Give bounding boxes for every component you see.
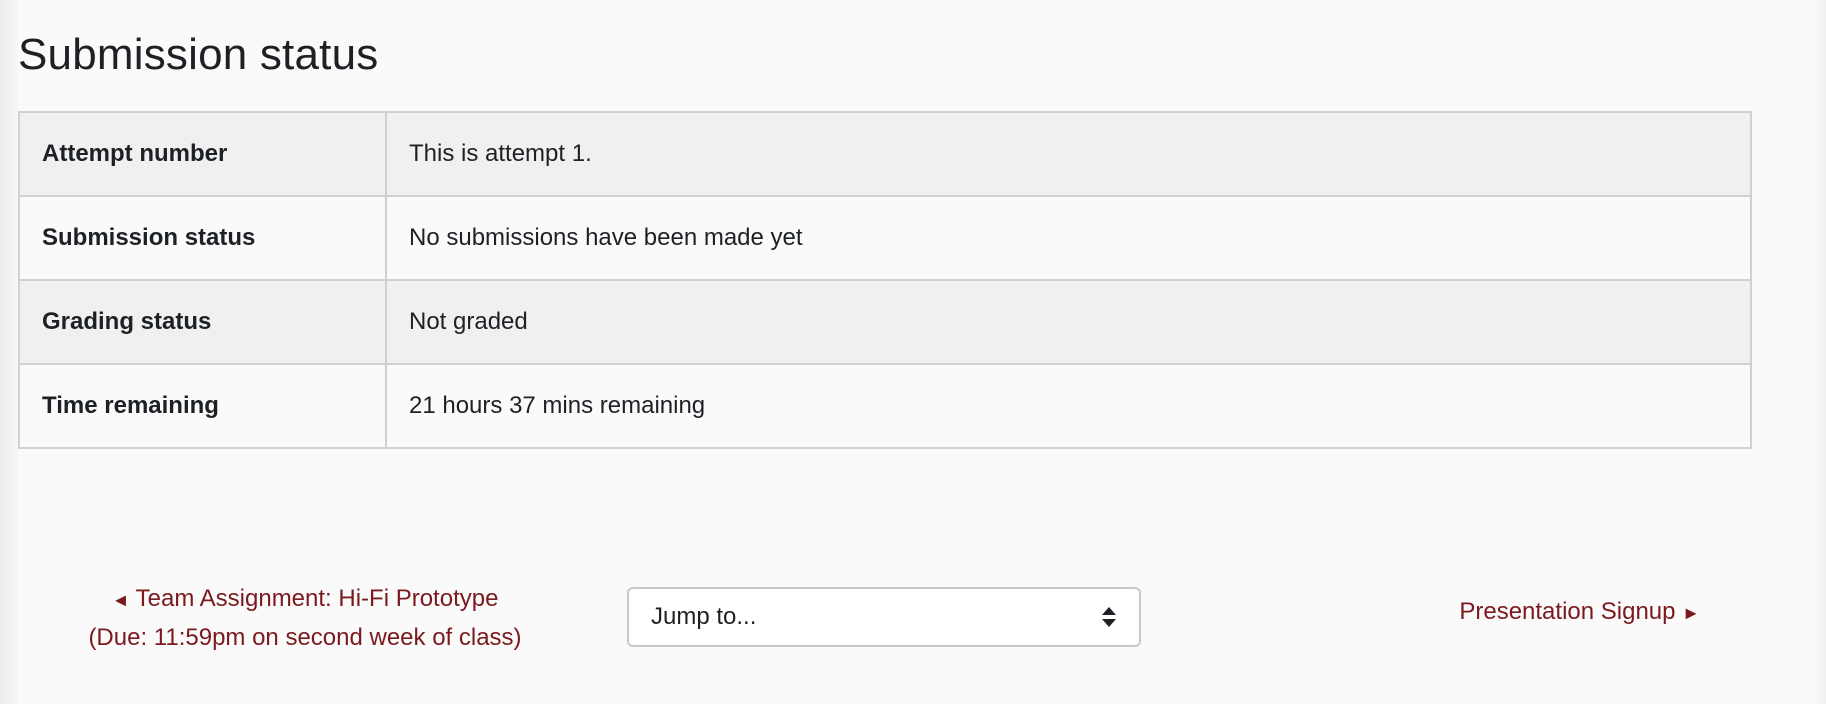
next-activity-link[interactable]: Presentation Signup ► [1400,598,1700,626]
table-row: Submission status No submissions have be… [18,195,1752,281]
previous-activity-title: Team Assignment: Hi-Fi Prototype [135,585,499,612]
right-edge [1814,0,1826,704]
previous-activity-link[interactable]: ◄ Team Assignment: Hi-Fi Prototype (Due:… [60,580,550,656]
page-title: Submission status [18,30,379,79]
row-label: Time remaining [18,363,387,449]
jump-to-select[interactable]: Jump to... [627,587,1141,647]
jump-to-label: Jump to... [651,603,757,630]
table-row: Time remaining 21 hours 37 mins remainin… [18,363,1752,449]
row-label: Attempt number [18,111,387,197]
row-value: Not graded [385,279,1752,365]
up-down-arrows-icon [1102,607,1116,627]
row-label: Submission status [18,195,387,281]
row-value: 21 hours 37 mins remaining [385,363,1752,449]
left-sidebar-edge [0,0,18,704]
submission-status-table: Attempt number This is attempt 1. Submis… [18,111,1752,449]
table-row: Grading status Not graded [18,279,1752,365]
row-value: This is attempt 1. [385,111,1752,197]
table-row: Attempt number This is attempt 1. [18,111,1752,197]
next-activity-title: Presentation Signup [1459,598,1676,625]
right-triangle-icon: ► [1682,603,1700,623]
row-value: No submissions have been made yet [385,195,1752,281]
previous-activity-due: (Due: 11:59pm on second week of class) [88,624,522,651]
row-label: Grading status [18,279,387,365]
left-triangle-icon: ◄ [111,590,130,610]
